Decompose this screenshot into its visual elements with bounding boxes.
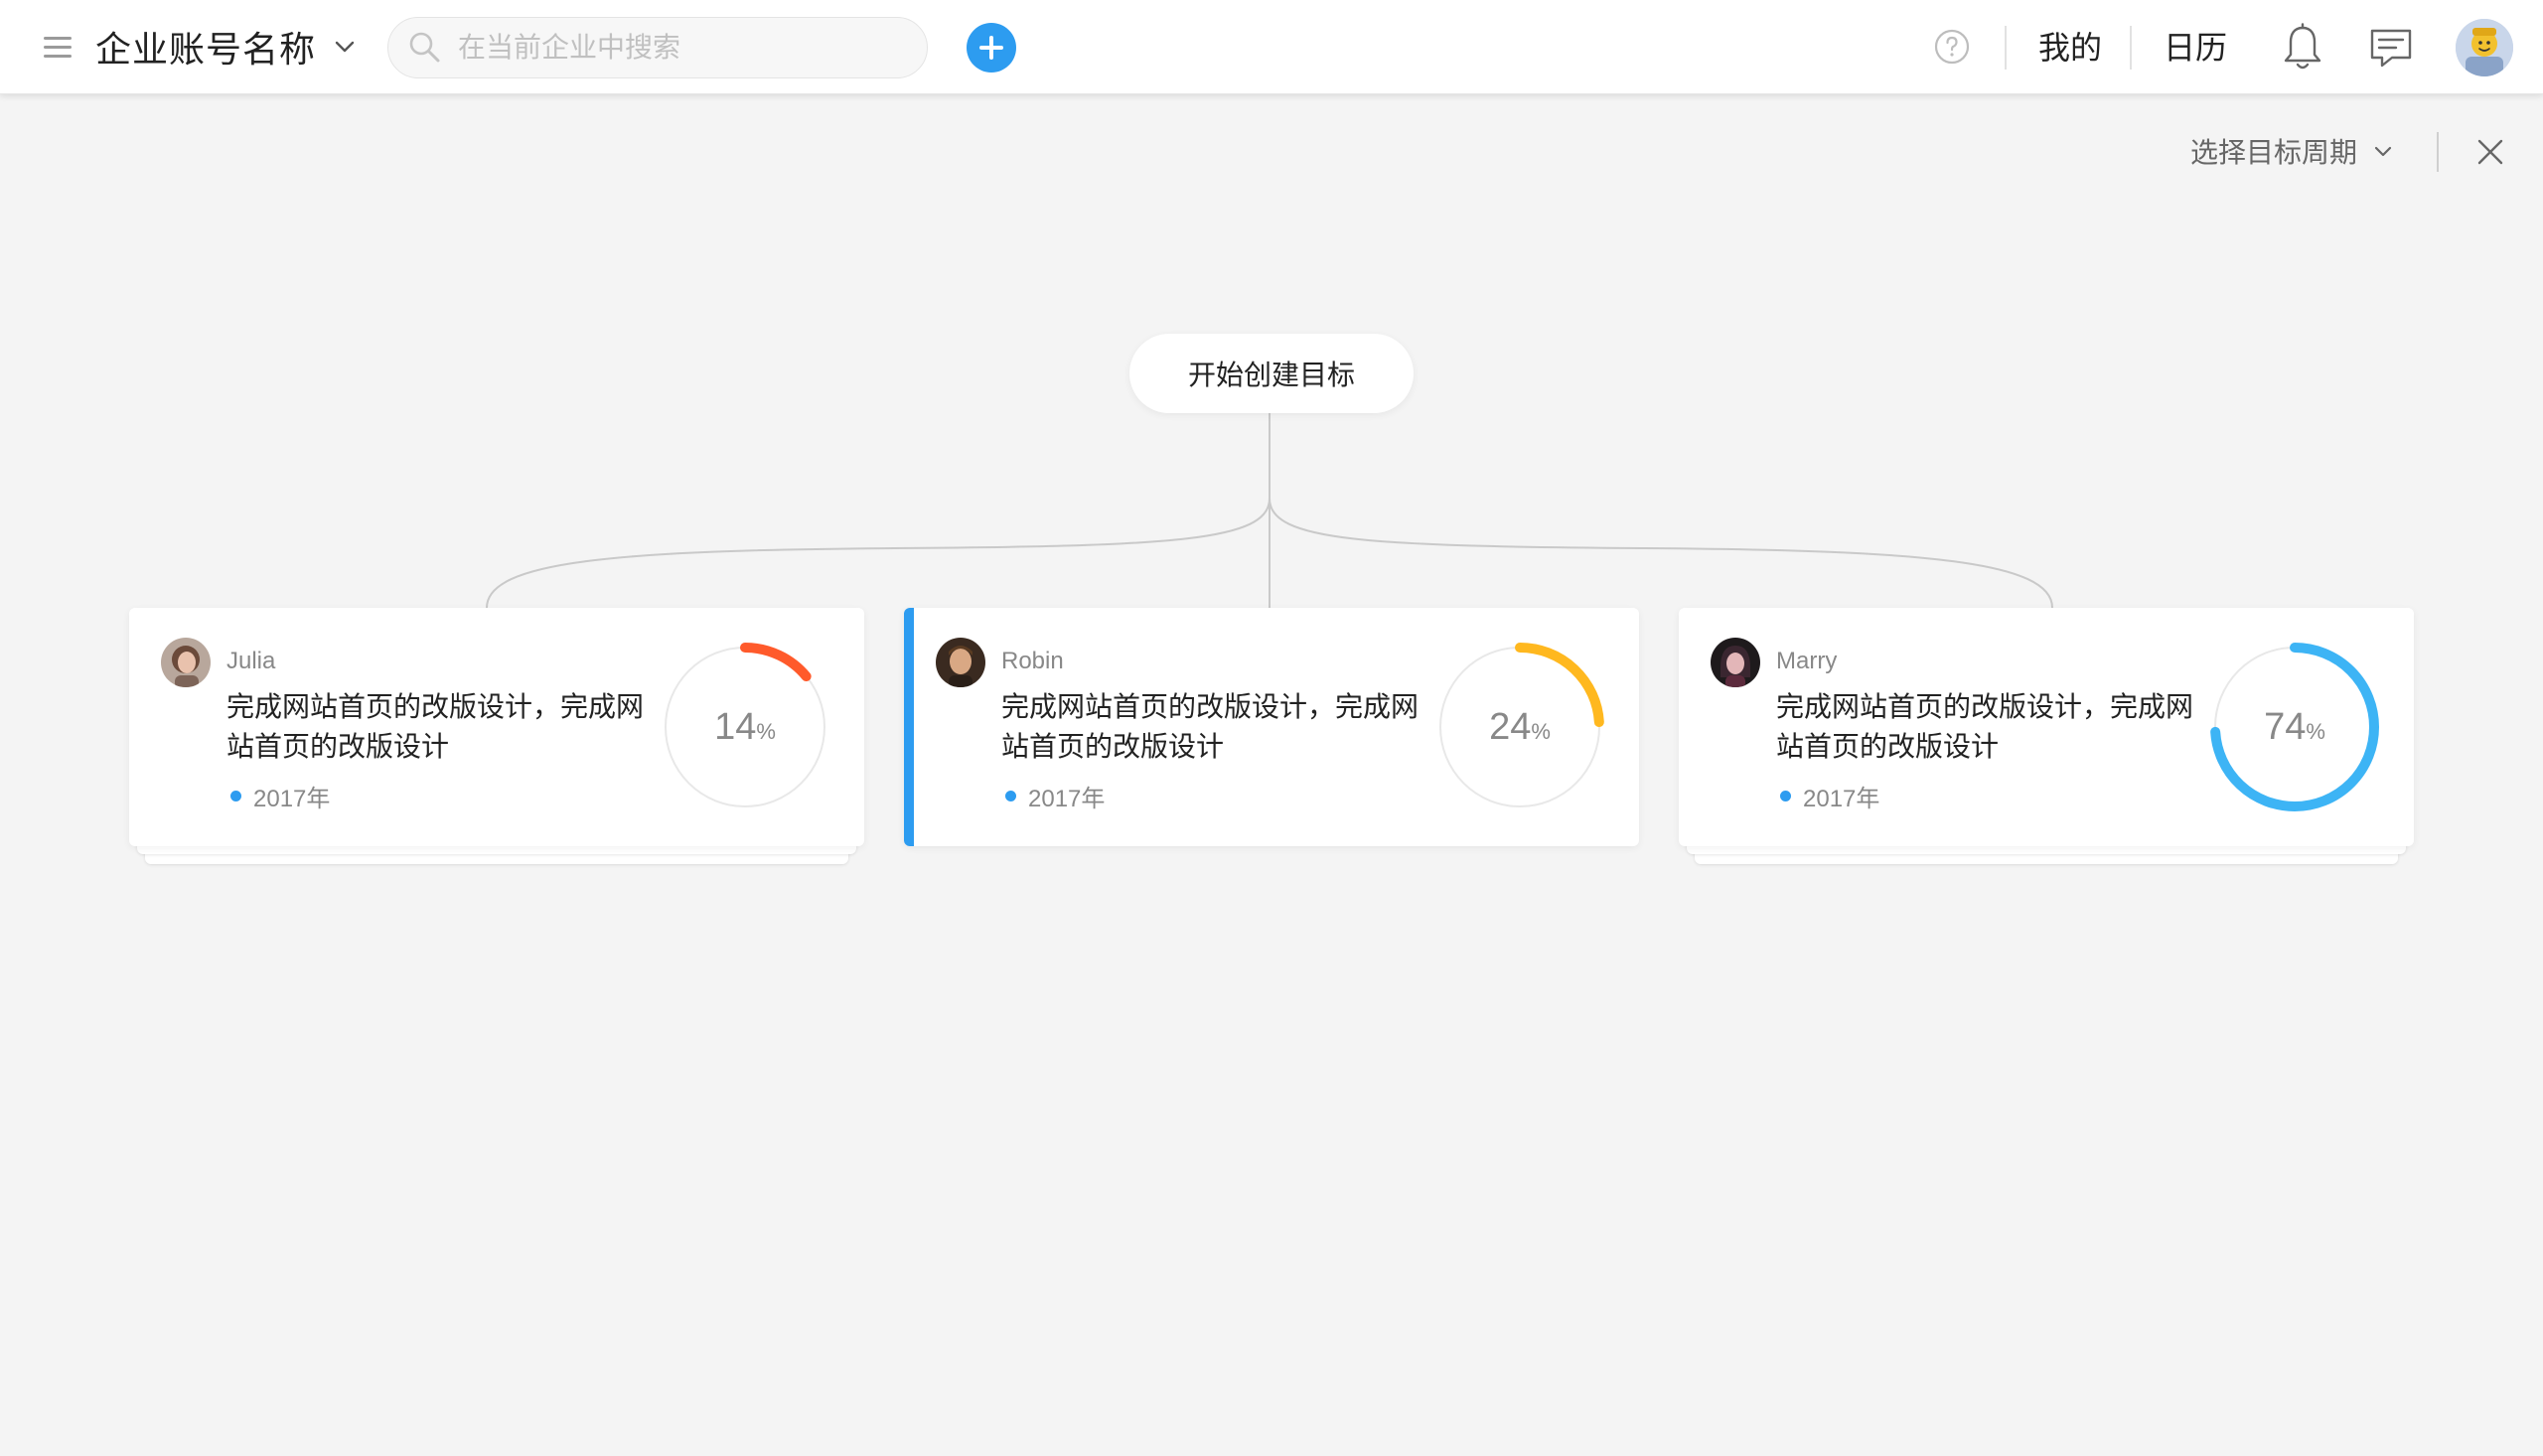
goal-title: 完成网站首页的改版设计，完成网站首页的改版设计 bbox=[226, 691, 645, 762]
goal-period-text: 2017年 bbox=[1028, 785, 1106, 812]
progress-value: 24 bbox=[1489, 705, 1532, 748]
chevron-down-icon bbox=[2374, 146, 2392, 157]
goal-card-stack: Julia 完成网站首页的改版设计，完成网站首页的改版设计 2017年 14% bbox=[129, 608, 864, 864]
avatar[interactable] bbox=[2456, 19, 2513, 76]
progress-label: 74% bbox=[2205, 638, 2384, 816]
goal-period-text: 2017年 bbox=[1803, 785, 1880, 812]
nav-mine[interactable]: 我的 bbox=[2038, 26, 2102, 70]
search-input[interactable] bbox=[458, 26, 895, 70]
goal-card-stack: Marry 完成网站首页的改版设计，完成网站首页的改版设计 2017年 74% bbox=[1679, 608, 2414, 864]
progress-value: 14 bbox=[714, 705, 757, 748]
goal-period-text: 2017年 bbox=[253, 785, 331, 812]
goal-period-select-label: 选择目标周期 bbox=[2190, 137, 2358, 168]
account-switcher[interactable]: 企业账号名称 bbox=[95, 22, 358, 72]
progress-label: 14% bbox=[656, 638, 834, 816]
julia-avatar-image bbox=[161, 638, 211, 687]
avatar bbox=[1711, 638, 1760, 687]
goal-title: 完成网站首页的改版设计，完成网站首页的改版设计 bbox=[1776, 691, 2194, 762]
goal-title: 完成网站首页的改版设计，完成网站首页的改版设计 bbox=[1001, 691, 1420, 762]
progress-percent-sign: % bbox=[756, 719, 776, 744]
divider bbox=[2437, 132, 2439, 172]
account-name: 企业账号名称 bbox=[95, 29, 317, 70]
goal-card-selected[interactable]: Robin 完成网站首页的改版设计，完成网站首页的改版设计 2017年 24% bbox=[904, 608, 1639, 846]
owner-name: Julia bbox=[226, 648, 276, 674]
nav-calendar[interactable]: 日历 bbox=[2164, 26, 2227, 70]
divider bbox=[2005, 26, 2007, 70]
owner-name: Robin bbox=[1001, 648, 1064, 674]
progress-label: 24% bbox=[1430, 638, 1609, 816]
progress-percent-sign: % bbox=[2306, 719, 2325, 744]
goal-period: 2017年 bbox=[226, 781, 331, 812]
goal-period-select[interactable]: 选择目标周期 bbox=[2190, 129, 2395, 173]
help-icon[interactable] bbox=[1932, 27, 1972, 67]
marry-avatar-image bbox=[1711, 638, 1760, 687]
add-button[interactable] bbox=[967, 23, 1016, 73]
avatar bbox=[161, 638, 211, 687]
progress-value: 74 bbox=[2264, 705, 2307, 748]
goal-period: 2017年 bbox=[1001, 781, 1106, 812]
chevron-down-icon bbox=[335, 41, 355, 53]
bell-icon[interactable] bbox=[2281, 22, 2324, 73]
progress-percent-sign: % bbox=[1531, 719, 1551, 744]
top-bar: 企业账号名称 我的 日历 bbox=[0, 0, 2543, 94]
owner-name: Marry bbox=[1776, 648, 1838, 674]
avatar bbox=[936, 638, 985, 687]
period-dot bbox=[230, 790, 241, 801]
menu-icon[interactable] bbox=[44, 37, 74, 59]
search-icon bbox=[409, 32, 440, 63]
goal-card[interactable]: Julia 完成网站首页的改版设计，完成网站首页的改版设计 2017年 14% bbox=[129, 608, 864, 846]
period-dot bbox=[1005, 790, 1016, 801]
divider bbox=[2130, 26, 2132, 70]
message-icon[interactable] bbox=[2368, 26, 2414, 70]
period-dot bbox=[1780, 790, 1791, 801]
search-box bbox=[387, 17, 928, 78]
robin-avatar-image bbox=[936, 638, 985, 687]
close-icon[interactable] bbox=[2475, 137, 2505, 167]
goal-period: 2017年 bbox=[1776, 781, 1880, 812]
create-goal-node[interactable]: 开始创建目标 bbox=[1129, 334, 1414, 413]
goal-card[interactable]: Marry 完成网站首页的改版设计，完成网站首页的改版设计 2017年 74% bbox=[1679, 608, 2414, 846]
user-avatar-image bbox=[2456, 19, 2513, 76]
goal-card-stack: Robin 完成网站首页的改版设计，完成网站首页的改版设计 2017年 24% bbox=[904, 608, 1639, 864]
